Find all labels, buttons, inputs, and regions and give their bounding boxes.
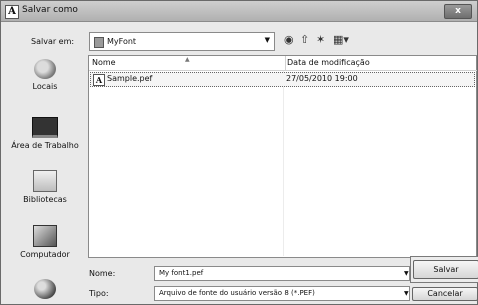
file-date: 27/05/2010 19:00 — [286, 74, 358, 83]
save-in-label: Salvar em: — [31, 37, 75, 46]
place-label: Área de Trabalho — [11, 141, 79, 150]
list-item[interactable]: A Sample.pef 27/05/2010 19:00 — [90, 72, 475, 87]
place-label: Bibliotecas — [23, 195, 67, 204]
desktop-icon — [32, 117, 58, 138]
close-button[interactable]: x — [444, 4, 472, 19]
file-list[interactable]: Nome ▲ Data de modificação A Sample.pef … — [88, 55, 477, 258]
file-type-value: Arquivo de fonte do usuário versão 8 (*.… — [159, 289, 315, 297]
place-locais[interactable]: Locais — [9, 59, 81, 92]
cancel-button[interactable]: Cancelar — [412, 287, 478, 301]
place-libraries[interactable]: Bibliotecas — [9, 170, 81, 205]
new-folder-icon[interactable]: ✶ — [316, 33, 325, 47]
file-type-label: Tipo: — [89, 289, 109, 298]
place-computer[interactable]: Computador — [9, 225, 81, 260]
chevron-down-icon[interactable]: ▼ — [404, 290, 409, 297]
views-menu-icon[interactable]: ▦▾ — [333, 33, 349, 47]
chevron-down-icon[interactable]: ▼ — [404, 270, 409, 277]
file-type-select[interactable]: Arquivo de fonte do usuário versão 8 (*.… — [154, 286, 410, 301]
save-button-focus-frame: Salvar — [410, 256, 478, 283]
back-icon[interactable]: ◉ — [284, 33, 294, 47]
file-name-input[interactable]: My font1.pef — [154, 266, 410, 281]
network-icon — [34, 279, 56, 299]
place-desktop[interactable]: Área de Trabalho — [9, 117, 81, 151]
up-folder-icon[interactable]: ⇧ — [300, 33, 309, 47]
file-name-label: Nome: — [89, 269, 116, 278]
libraries-icon — [33, 170, 57, 192]
file-name-value: My font1.pef — [159, 269, 204, 277]
app-font-icon: A — [5, 5, 19, 19]
save-in-dropdown[interactable]: MyFont ▼ — [89, 32, 275, 51]
title-bar[interactable]: A Salvar como x — [1, 1, 477, 22]
places-bar: Locais Área de Trabalho Bibliotecas Comp… — [9, 53, 81, 303]
folder-icon — [94, 37, 104, 48]
file-name: Sample.pef — [107, 74, 153, 83]
column-name-label: Nome — [92, 58, 116, 67]
font-file-icon: A — [93, 74, 105, 86]
save-button[interactable]: Salvar — [413, 260, 478, 279]
column-header-date[interactable]: Data de modificação — [284, 56, 477, 71]
column-date-label: Data de modificação — [287, 58, 370, 67]
recent-places-icon — [34, 59, 56, 79]
save-as-dialog: A Salvar como x Salvar em: MyFont ▼ ◉ ⇧ … — [0, 0, 478, 305]
sort-arrow-icon: ▲ — [185, 56, 190, 63]
place-label: Locais — [32, 82, 58, 91]
save-in-value: MyFont — [107, 37, 137, 46]
column-divider — [283, 71, 284, 256]
chevron-down-icon: ▼ — [264, 36, 270, 44]
computer-icon — [33, 225, 57, 247]
place-network[interactable] — [9, 279, 81, 302]
dialog-title: Salvar como — [22, 5, 78, 15]
place-label: Computador — [20, 250, 70, 259]
